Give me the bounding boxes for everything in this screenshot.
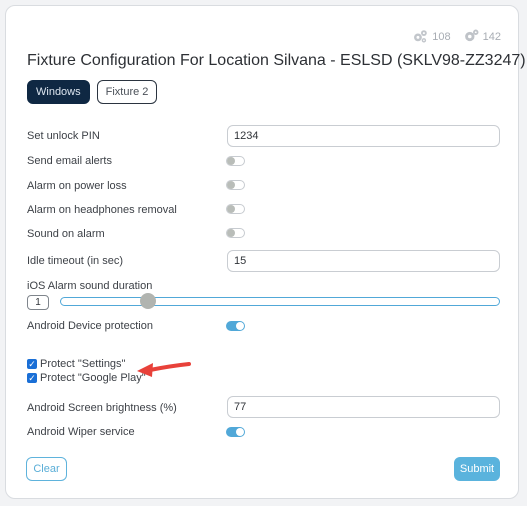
ios-alarm-duration-label: iOS Alarm sound duration <box>27 280 153 292</box>
ios-alarm-duration-slider[interactable] <box>60 297 500 306</box>
checkbox-checked-icon[interactable]: ✓ <box>27 373 37 383</box>
gear-icon <box>414 30 428 43</box>
protect-google-play-checkbox[interactable]: ✓ Protect "Google Play" <box>27 372 146 384</box>
ios-alarm-duration-value[interactable]: 1 <box>27 295 49 310</box>
screen-brightness-label: Android Screen brightness (%) <box>27 402 177 414</box>
idle-timeout-input[interactable]: 15 <box>227 250 500 272</box>
idle-timeout-label: Idle timeout (in sec) <box>27 255 123 267</box>
slider-thumb[interactable] <box>140 293 156 309</box>
android-protection-toggle[interactable] <box>226 321 245 331</box>
badge-gear-count: 108 <box>432 30 451 43</box>
page-title: Fixture Configuration For Location Silva… <box>27 52 526 69</box>
badge-gears-count: 142 <box>482 30 501 43</box>
protect-settings-label: Protect "Settings" <box>40 358 126 370</box>
unlock-pin-label: Set unlock PIN <box>27 130 100 142</box>
tab-windows[interactable]: Windows <box>27 80 90 104</box>
alarm-headphones-toggle[interactable] <box>226 204 245 214</box>
sound-on-alarm-toggle[interactable] <box>226 228 245 238</box>
send-email-alerts-label: Send email alerts <box>27 155 112 167</box>
alarm-power-loss-toggle[interactable] <box>226 180 245 190</box>
annotation-arrow-icon <box>137 362 191 377</box>
gears-icon <box>464 29 479 42</box>
clear-button[interactable]: Clear <box>26 457 67 481</box>
protect-settings-checkbox[interactable]: ✓ Protect "Settings" <box>27 358 125 370</box>
alarm-power-loss-label: Alarm on power loss <box>27 180 127 192</box>
alarm-headphones-label: Alarm on headphones removal <box>27 204 177 216</box>
badge-gears: 142 <box>463 28 501 45</box>
fixture-tabs: Windows Fixture 2 <box>27 80 158 104</box>
screen-brightness-input[interactable]: 77 <box>227 396 500 418</box>
wiper-service-label: Android Wiper service <box>27 426 135 438</box>
sound-on-alarm-label: Sound on alarm <box>27 228 105 240</box>
unlock-pin-input[interactable]: 1234 <box>227 125 500 147</box>
protect-google-play-label: Protect "Google Play" <box>40 372 146 384</box>
tab-fixture-2[interactable]: Fixture 2 <box>96 80 158 104</box>
send-email-alerts-toggle[interactable] <box>226 156 245 166</box>
wiper-service-toggle[interactable] <box>226 427 245 437</box>
submit-button[interactable]: Submit <box>454 457 500 481</box>
android-protection-label: Android Device protection <box>27 320 153 332</box>
checkbox-checked-icon[interactable]: ✓ <box>27 359 37 369</box>
header-badges: 108 142 <box>412 28 501 45</box>
badge-gear: 108 <box>412 28 451 45</box>
